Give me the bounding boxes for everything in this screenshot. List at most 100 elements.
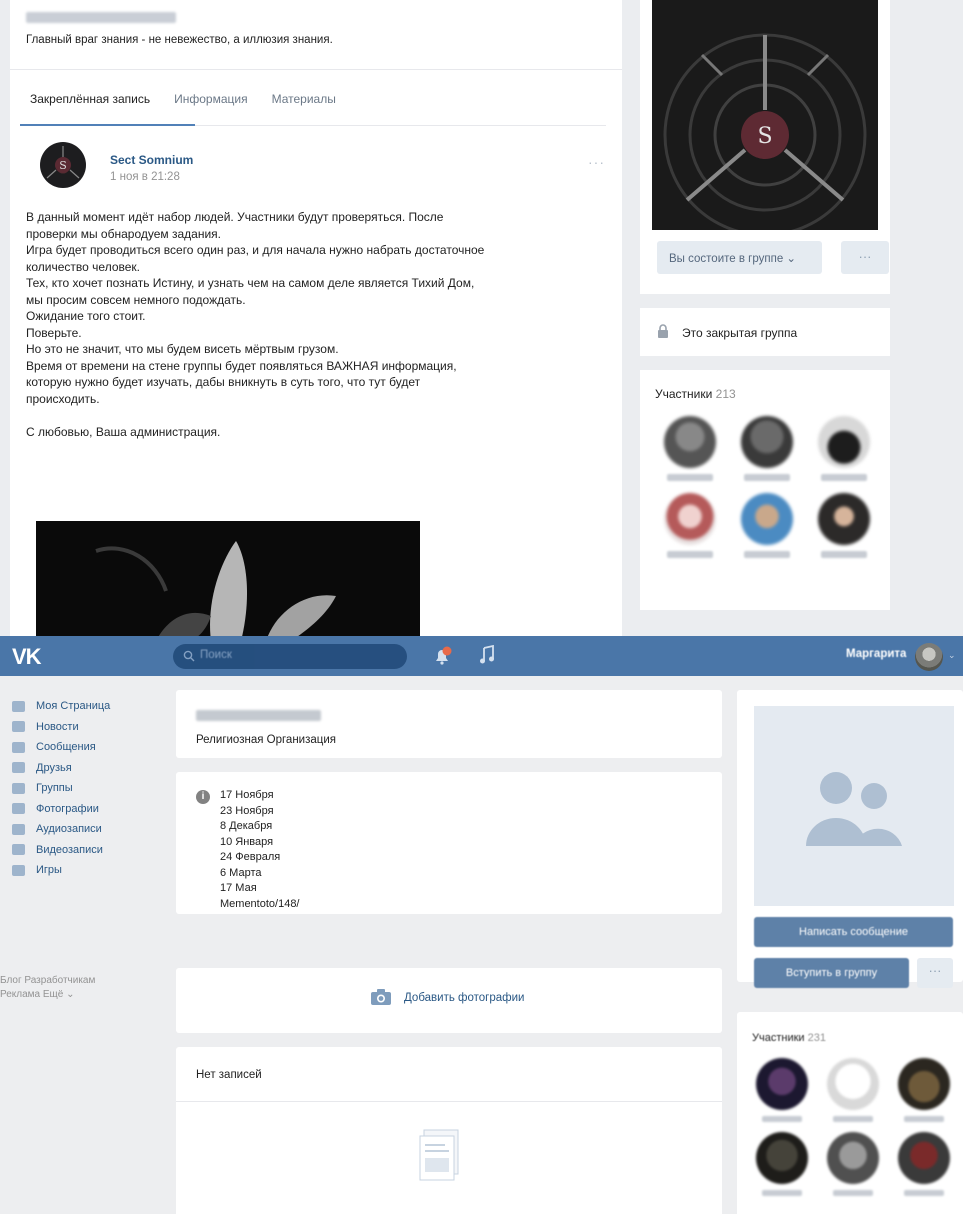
group-avatar-placeholder[interactable] <box>754 706 954 906</box>
participant-name-redacted <box>903 1116 944 1122</box>
avatar <box>756 1132 809 1184</box>
user-name[interactable]: Маргарита <box>846 648 906 660</box>
avatar <box>826 1132 879 1184</box>
no-posts-label: Нет записей <box>196 1069 262 1081</box>
group-info-card: i 17 Ноября 23 Ноября 8 Декабря 10 Январ… <box>176 772 722 914</box>
group-cover-image[interactable]: S <box>652 0 878 230</box>
games-icon <box>12 864 25 876</box>
participant-name-redacted <box>903 1190 944 1196</box>
menu-item-groups[interactable]: Группы <box>12 778 152 799</box>
write-message-button[interactable]: Написать сообщение <box>754 917 953 947</box>
post-line: Ожидание того стоит. <box>26 309 146 323</box>
search-icon <box>183 650 195 662</box>
participant[interactable] <box>805 493 882 558</box>
avatar <box>897 1058 950 1110</box>
description-line: 8 Декабря <box>220 820 273 832</box>
group-avatar-card: Написать сообщение Вступить в группу ··· <box>737 690 963 988</box>
menu-item-friends[interactable]: Друзья <box>12 758 152 779</box>
more-actions-button[interactable]: ··· <box>917 958 953 988</box>
post-more-button[interactable]: ··· <box>588 154 605 170</box>
menu-item-label: Видеозаписи <box>36 843 103 856</box>
participant[interactable] <box>729 416 806 481</box>
participant[interactable] <box>818 1132 889 1196</box>
avatar <box>664 416 717 468</box>
home-icon <box>12 700 25 712</box>
post-photo[interactable] <box>36 521 420 636</box>
participant[interactable] <box>747 1058 818 1122</box>
footer-links-row[interactable]: Блог Разработчикам <box>0 974 150 988</box>
add-photos-link[interactable]: Добавить фотографии <box>404 992 524 1004</box>
info-icon: i <box>196 790 210 804</box>
menu-footer-links: Блог Разработчикам Реклама Ещё ⌄ <box>0 974 150 1002</box>
avatar <box>740 416 793 468</box>
menu-item-photos[interactable]: Фотографии <box>12 799 152 820</box>
participant-name-redacted <box>832 1116 873 1122</box>
description-line: 17 Ноября <box>220 789 274 801</box>
svg-text:S: S <box>59 159 67 172</box>
notifications-bell-icon[interactable] <box>432 646 452 666</box>
left-menu: Моя Страница Новости Сообщения Друзья Гр… <box>12 696 152 881</box>
user-avatar[interactable] <box>915 643 943 671</box>
menu-item-messages[interactable]: Сообщения <box>12 737 152 758</box>
top-screenshot: Главный враг знания - не невежество, а и… <box>0 0 963 636</box>
description-line: 24 Февраля <box>220 851 281 863</box>
post-author-avatar[interactable]: S <box>40 142 86 188</box>
menu-item-games[interactable]: Игры <box>12 860 152 881</box>
post-date[interactable]: 1 ноя в 21:28 <box>110 171 180 183</box>
avatar <box>817 416 870 468</box>
group-description: 17 Ноября 23 Ноября 8 Декабря 10 Января … <box>220 788 300 912</box>
chevron-down-icon[interactable]: ⌄ <box>948 650 956 661</box>
membership-dropdown[interactable]: Вы состоите в группе ⌄ <box>657 241 822 274</box>
participant[interactable] <box>888 1058 959 1122</box>
description-line: Mementoto/148/ <box>220 897 300 910</box>
join-group-button[interactable]: Вступить в группу <box>754 958 909 988</box>
active-tab-indicator <box>20 124 195 126</box>
groups-icon <box>12 782 25 794</box>
tab-materials[interactable]: Материалы <box>272 92 336 106</box>
menu-item-label: Сообщения <box>36 741 96 754</box>
menu-item-label: Новости <box>36 720 79 733</box>
search-input[interactable]: Поиск <box>200 649 232 661</box>
more-actions-button[interactable]: ··· <box>841 241 889 274</box>
participant[interactable] <box>747 1132 818 1196</box>
tab-pinned-post[interactable]: Закреплённая запись <box>30 92 150 106</box>
participants-grid <box>747 1058 959 1196</box>
participant[interactable] <box>888 1132 959 1196</box>
closed-group-card: Это закрытая группа <box>640 308 890 356</box>
participant[interactable] <box>729 493 806 558</box>
menu-item-my-page[interactable]: Моя Страница <box>12 696 152 717</box>
vk-logo[interactable]: VK <box>12 644 42 670</box>
avatar <box>740 493 793 545</box>
participants-count: 231 <box>807 1032 826 1044</box>
participant[interactable] <box>652 416 729 481</box>
camera-icon <box>371 989 391 1005</box>
participant-name-redacted <box>743 551 790 558</box>
menu-item-audio[interactable]: Аудиозаписи <box>12 819 152 840</box>
news-icon <box>12 721 25 733</box>
lock-icon <box>658 324 668 338</box>
messages-icon <box>12 741 25 753</box>
tab-information[interactable]: Информация <box>174 92 247 106</box>
participants-title[interactable]: Участники 213 <box>655 387 736 401</box>
participant[interactable] <box>652 493 729 558</box>
participant[interactable] <box>805 416 882 481</box>
post-line: мы просим совсем немного подождать. <box>26 292 246 307</box>
participant-name-redacted <box>820 551 867 558</box>
menu-item-label: Группы <box>36 782 73 795</box>
post-author-name[interactable]: Sect Somnium <box>110 153 193 167</box>
avatar <box>826 1058 879 1110</box>
bottom-screenshot: VK Поиск Маргарита ⌄ Моя Страница Новост… <box>0 636 963 1214</box>
participants-label: Участники <box>752 1032 805 1044</box>
menu-item-video[interactable]: Видеозаписи <box>12 840 152 861</box>
footer-links-row[interactable]: Реклама Ещё ⌄ <box>0 988 150 1002</box>
participants-card: Участники 231 <box>737 1012 963 1214</box>
description-line: 10 Января <box>220 835 274 848</box>
add-photos-card[interactable]: Добавить фотографии <box>176 968 722 1033</box>
search-bar[interactable]: Поиск <box>173 644 407 669</box>
post-line: Но это не значит, что мы будем висеть мё… <box>26 342 339 356</box>
music-icon[interactable] <box>479 645 495 665</box>
participant-name-redacted <box>667 551 714 558</box>
participant[interactable] <box>818 1058 889 1122</box>
participants-title[interactable]: Участники 231 <box>752 1032 826 1044</box>
menu-item-news[interactable]: Новости <box>12 717 152 738</box>
